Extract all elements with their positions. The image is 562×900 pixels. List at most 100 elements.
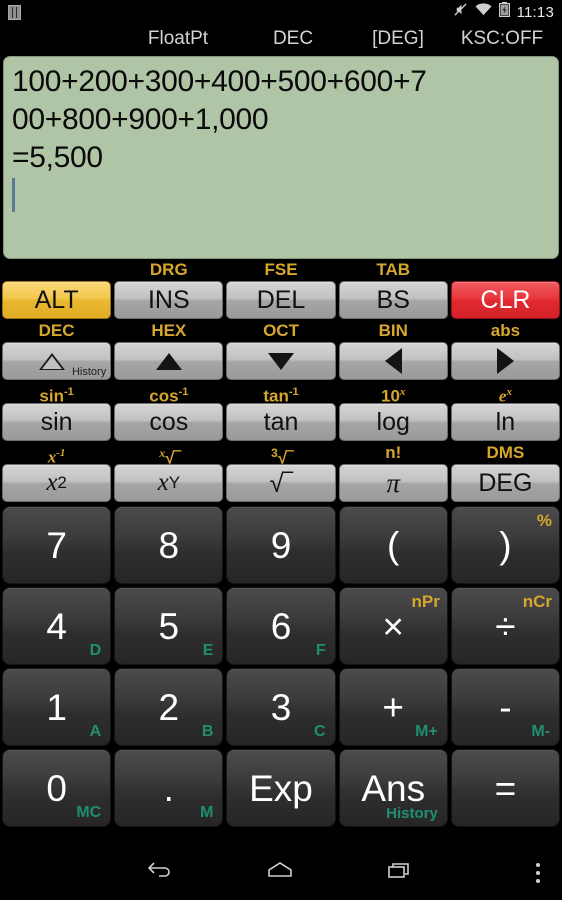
hex-a-label: A xyxy=(89,723,102,740)
hex-b-label: B xyxy=(201,723,214,740)
status-bar-clock: 11:13 xyxy=(516,3,554,21)
memory-add-label: M+ xyxy=(415,723,438,740)
cell-clr: CLR xyxy=(450,259,561,319)
key-7[interactable]: 7 xyxy=(2,506,112,584)
key-3-label: 3 xyxy=(270,686,292,728)
recent-apps-icon xyxy=(385,859,415,886)
mode-ksc[interactable]: KSC:OFF xyxy=(448,28,556,50)
abs-secondary-label: abs xyxy=(490,321,521,340)
x-squared-key[interactable]: x2 xyxy=(2,464,112,502)
cell-arrow-right: abs xyxy=(450,320,561,380)
display-cursor-line xyxy=(12,177,550,215)
key-plus-label: + xyxy=(382,686,405,728)
key-ans-label: Ans xyxy=(361,767,426,809)
pi-key[interactable]: π xyxy=(338,464,448,502)
nav-recents-button[interactable] xyxy=(340,859,460,886)
key-close-paren[interactable]: ) % xyxy=(450,506,561,584)
factorial-secondary-label: n! xyxy=(385,443,402,462)
keypad-row-789: 7 8 9 ( ) % xyxy=(2,506,561,584)
arrow-up-key[interactable] xyxy=(114,342,224,380)
key-open-paren[interactable]: ( xyxy=(338,506,448,584)
alt-secondary-label xyxy=(2,259,111,281)
cell-deg: DMS DEG xyxy=(450,442,561,502)
calculator-display[interactable]: 100+200+300+400+500+600+7 00+800+900+1,0… xyxy=(3,56,559,259)
ans-history-label: History xyxy=(386,805,438,822)
arrow-down-key[interactable] xyxy=(226,342,336,380)
cell-x-squared: x-1 x2 xyxy=(2,442,112,502)
keypad-row-123: 1 A 2 B 3 C + M+ - M- xyxy=(2,668,561,746)
display-result: =5,500 xyxy=(12,141,103,174)
log-key[interactable]: log xyxy=(338,403,448,441)
display-line-1: 100+200+300+400+500+600+7 xyxy=(12,65,427,98)
deg-key[interactable]: DEG xyxy=(450,464,561,502)
key-decimal-label: . xyxy=(163,767,174,809)
x-power-y-key[interactable]: xY xyxy=(114,464,224,502)
cell-ins: DRG INS xyxy=(114,259,224,319)
wifi-icon xyxy=(475,3,492,21)
cell-arrow-up: HEX xyxy=(114,320,224,380)
arrow-right-icon xyxy=(496,348,514,374)
sin-key[interactable]: sin xyxy=(2,403,112,441)
key-5[interactable]: 5 E xyxy=(114,587,224,665)
cos-key[interactable]: cos xyxy=(114,403,224,441)
history-key-label: History xyxy=(71,366,107,378)
key-6[interactable]: 6 F xyxy=(226,587,336,665)
key-5-label: 5 xyxy=(158,605,180,647)
del-key[interactable]: DEL xyxy=(226,281,336,319)
nav-back-button[interactable] xyxy=(100,859,220,886)
arrow-left-icon xyxy=(384,348,402,374)
key-open-paren-label: ( xyxy=(387,524,400,566)
key-4[interactable]: 4 D xyxy=(2,587,112,665)
numeric-keypad: 7 8 9 ( ) % 4 D 5 E 6 F × nPr ÷ nCr 1 A … xyxy=(0,503,562,827)
key-1[interactable]: 1 A xyxy=(2,668,112,746)
function-row-navigate: DEC History HEX OCT BIN abs xyxy=(2,320,561,380)
ins-key[interactable]: INS xyxy=(114,281,224,319)
key-1-label: 1 xyxy=(46,686,67,728)
x-root-secondary-label: x√‾ xyxy=(159,446,181,468)
key-equals[interactable]: = xyxy=(450,749,561,827)
key-decimal[interactable]: . M xyxy=(114,749,224,827)
arccos-secondary-label: cos-1 xyxy=(149,386,189,406)
overflow-menu-icon[interactable] xyxy=(536,862,540,883)
key-2-label: 2 xyxy=(158,686,180,728)
bs-key[interactable]: BS xyxy=(338,281,448,319)
cell-sin: sin-1 sin xyxy=(2,381,112,441)
key-9[interactable]: 9 xyxy=(226,506,336,584)
cell-alt: ALT xyxy=(2,259,112,319)
key-8[interactable]: 8 xyxy=(114,506,224,584)
android-nav-bar xyxy=(0,845,562,900)
key-2[interactable]: 2 B xyxy=(114,668,224,746)
tan-key[interactable]: tan xyxy=(226,403,336,441)
sqrt-key[interactable]: √‾ xyxy=(226,464,336,502)
key-0[interactable]: 0 MC xyxy=(2,749,112,827)
triangle-outline-icon xyxy=(38,352,65,370)
memory-label: M xyxy=(200,804,214,821)
clr-key[interactable]: CLR xyxy=(450,281,561,319)
arrow-down-icon xyxy=(268,352,294,370)
vibrate-mute-icon xyxy=(453,2,468,22)
keypad-row-bottom: 0 MC . M Exp Ans History = xyxy=(2,749,561,827)
history-key[interactable]: History xyxy=(2,342,112,380)
key-plus[interactable]: + M+ xyxy=(338,668,448,746)
menu-dot xyxy=(536,878,540,883)
key-multiply[interactable]: × nPr xyxy=(338,587,448,665)
mode-base[interactable]: DEC xyxy=(238,28,348,50)
arrow-left-key[interactable] xyxy=(338,342,448,380)
key-3[interactable]: 3 C xyxy=(226,668,336,746)
key-ans[interactable]: Ans History xyxy=(338,749,448,827)
key-divide[interactable]: ÷ nCr xyxy=(450,587,561,665)
key-4-label: 4 xyxy=(46,605,67,647)
key-close-paren-label: ) xyxy=(499,524,512,566)
key-0-label: 0 xyxy=(46,767,67,809)
key-exp[interactable]: Exp xyxy=(226,749,336,827)
mode-angle[interactable]: [DEG] xyxy=(348,28,448,50)
nav-home-button[interactable] xyxy=(220,859,340,886)
mode-floatpt[interactable]: FloatPt xyxy=(118,28,238,50)
key-minus[interactable]: - M- xyxy=(450,668,561,746)
percent-secondary-label: % xyxy=(536,511,553,530)
ln-key[interactable]: ln xyxy=(450,403,561,441)
hex-c-label: C xyxy=(314,723,326,740)
alt-key[interactable]: ALT xyxy=(2,281,112,319)
hex-secondary-label: HEX xyxy=(151,321,187,340)
arrow-right-key[interactable] xyxy=(450,342,561,380)
